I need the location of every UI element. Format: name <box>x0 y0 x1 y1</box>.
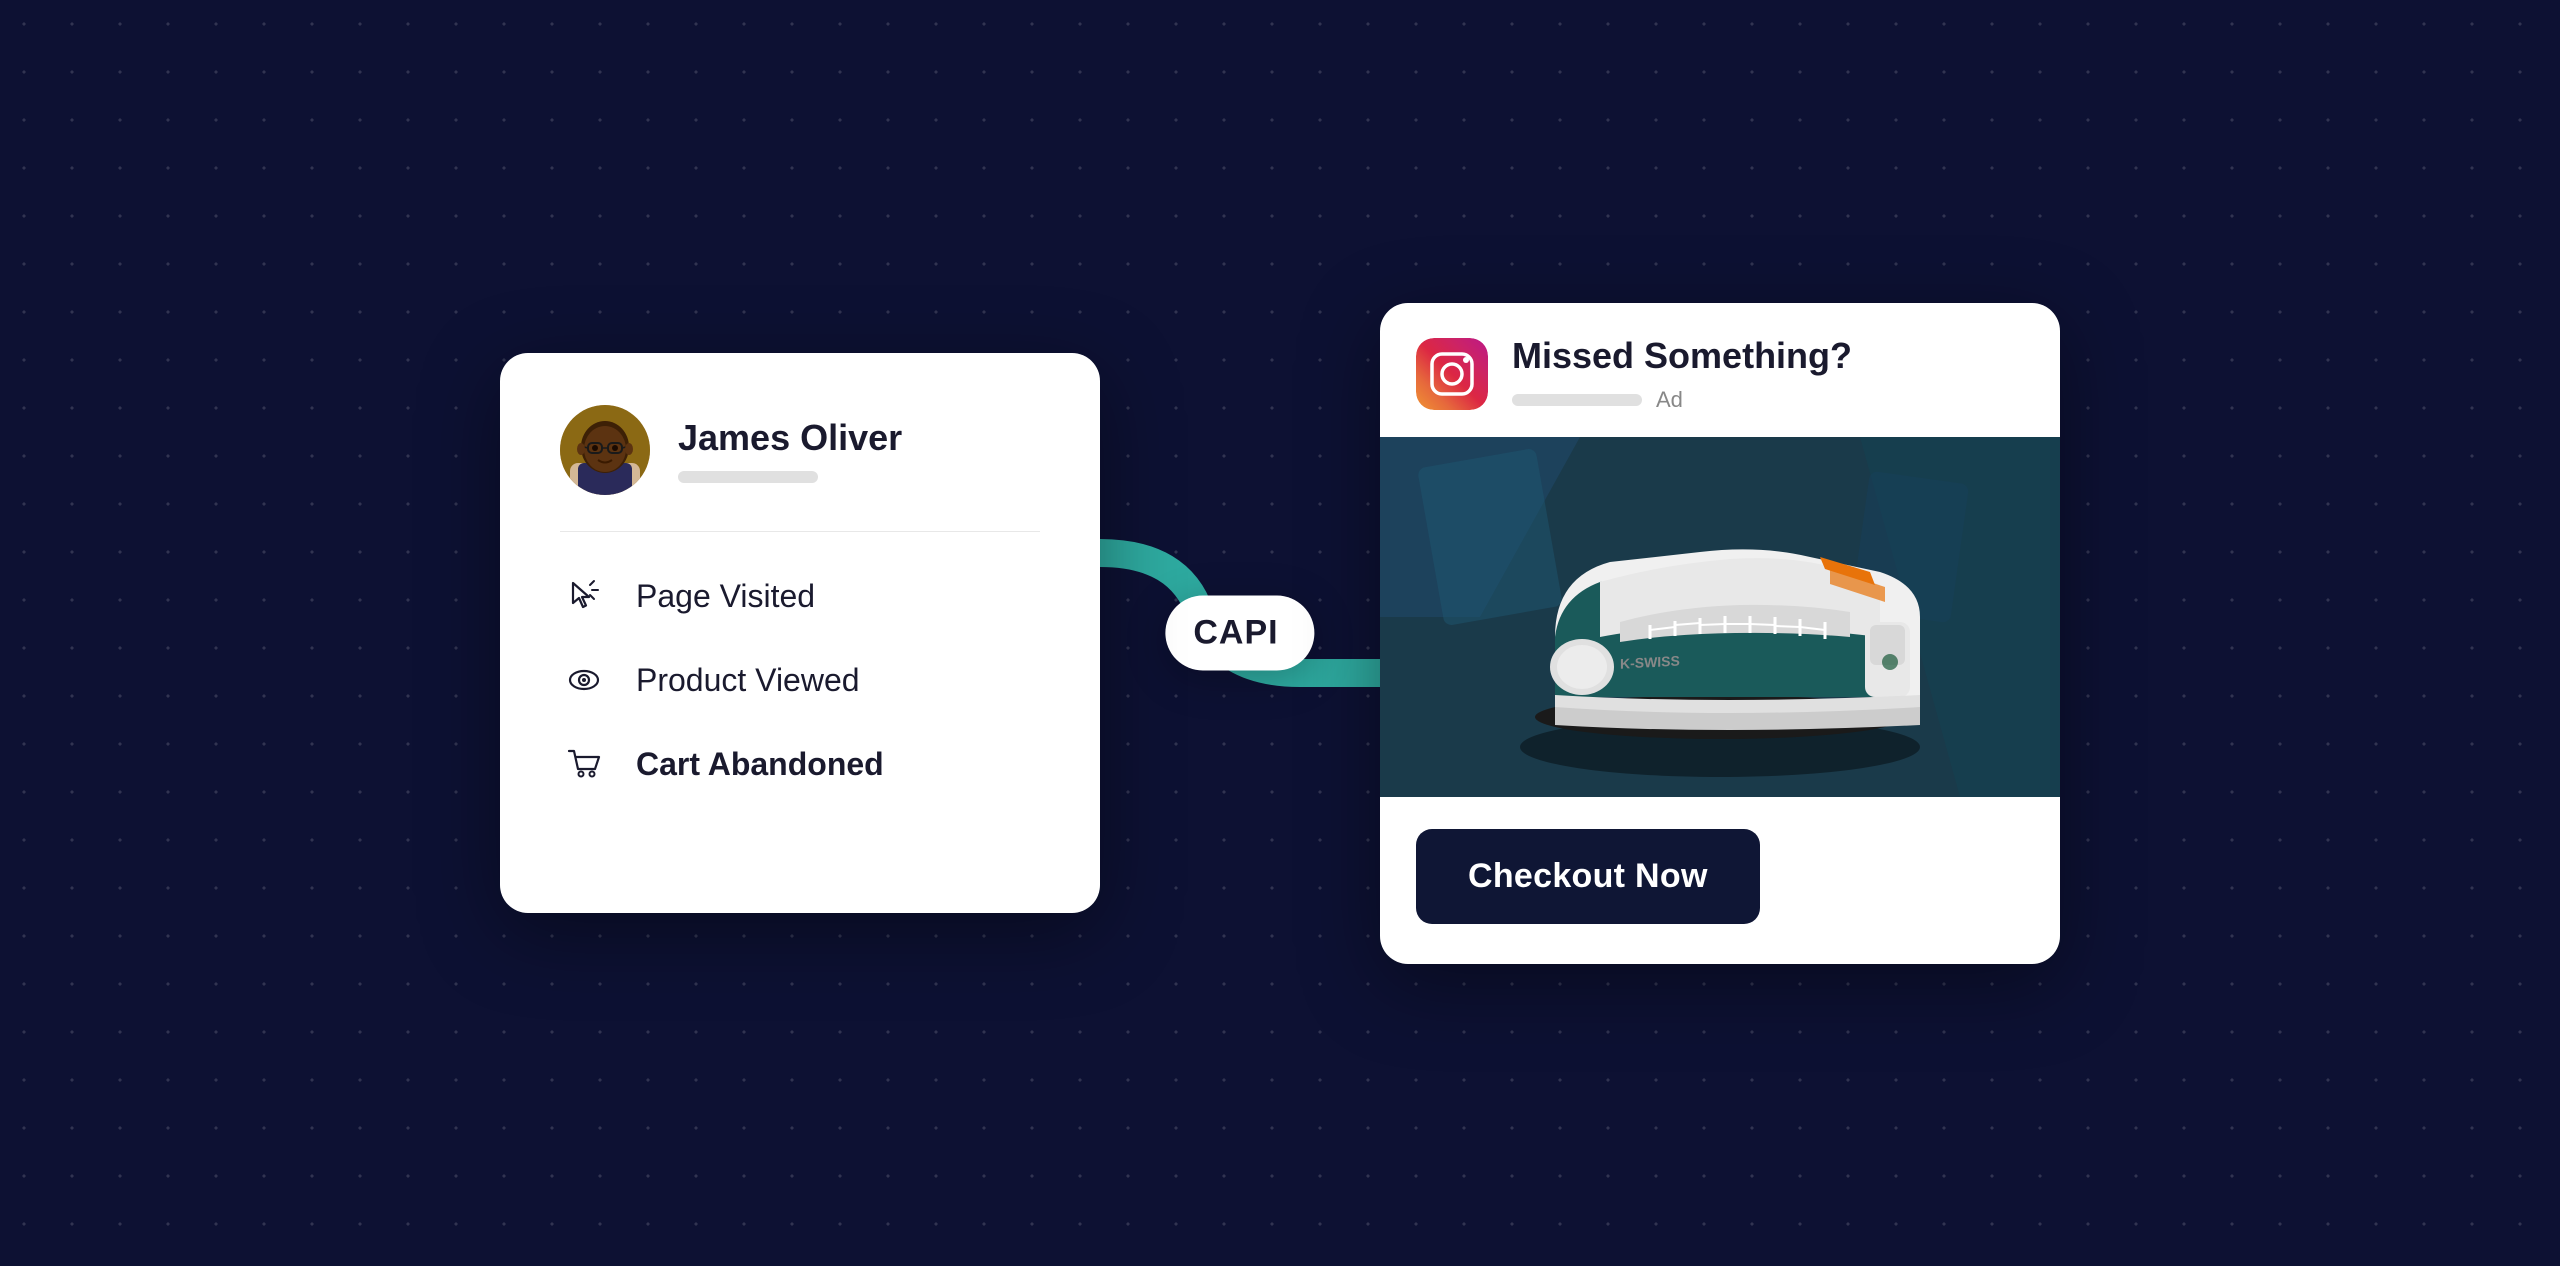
capi-badge: M CAPI <box>1165 596 1314 671</box>
main-layout: James Oliver Page Visited <box>0 0 2560 1266</box>
user-event-card: James Oliver Page Visited <box>500 353 1100 913</box>
event-label: Cart Abandoned <box>636 746 884 783</box>
avatar <box>560 405 650 495</box>
user-subtitle-bar <box>678 471 818 483</box>
product-image: K-SWISS <box>1380 437 2060 797</box>
ig-footer: Checkout Now <box>1380 797 2060 964</box>
list-item: Page Visited <box>560 572 1040 620</box>
list-item: Cart Abandoned <box>560 740 1040 788</box>
ig-subtitle-row: Ad <box>1512 387 1852 413</box>
svg-text:K-SWISS: K-SWISS <box>1620 652 1680 671</box>
eye-icon <box>560 656 608 704</box>
ig-header: Missed Something? Ad <box>1380 303 2060 437</box>
capi-label: CAPI <box>1193 614 1278 653</box>
user-profile: James Oliver <box>560 405 1040 532</box>
event-label: Page Visited <box>636 578 815 615</box>
user-name: James Oliver <box>678 417 902 459</box>
ig-name-bar <box>1512 394 1642 406</box>
ig-ad-badge: Ad <box>1656 387 1683 413</box>
ig-header-text: Missed Something? Ad <box>1512 335 1852 413</box>
cart-icon <box>560 740 608 788</box>
events-list: Page Visited Product Viewed <box>560 572 1040 788</box>
ig-ad-title: Missed Something? <box>1512 335 1852 377</box>
connector-area: M CAPI <box>1100 433 1380 833</box>
list-item: Product Viewed <box>560 656 1040 704</box>
instagram-ad-card: Missed Something? Ad <box>1380 303 2060 964</box>
event-label: Product Viewed <box>636 662 860 699</box>
cursor-icon <box>560 572 608 620</box>
user-info: James Oliver <box>678 417 902 483</box>
checkout-now-button[interactable]: Checkout Now <box>1416 829 1760 924</box>
